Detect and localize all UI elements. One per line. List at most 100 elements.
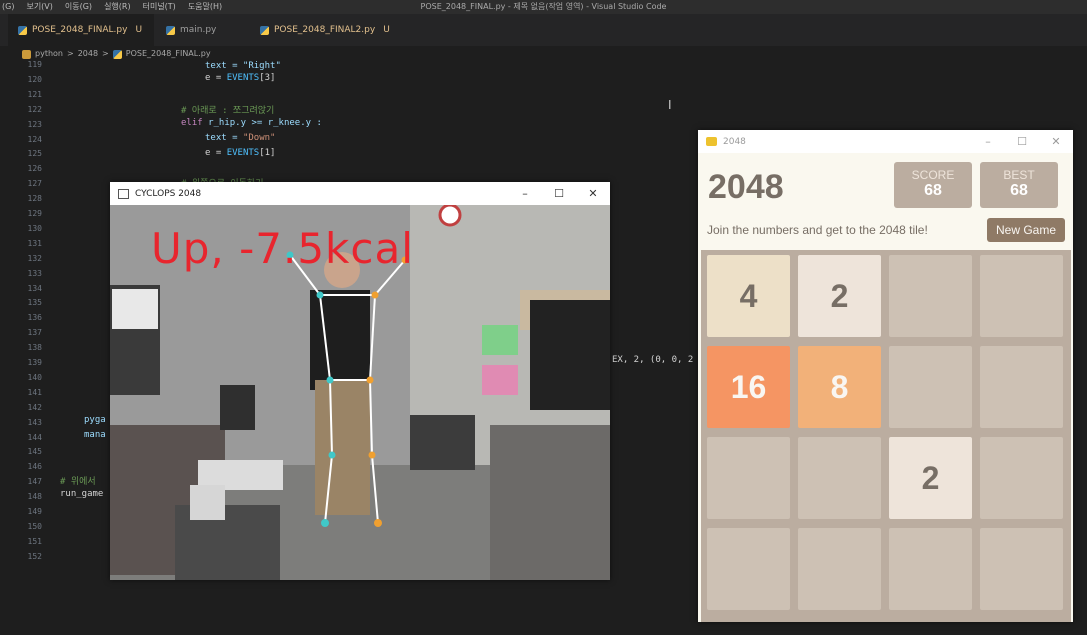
empty-cell [889, 255, 972, 337]
code-line-139[interactable]: EX, 2, (0, 0, 2 [612, 355, 693, 365]
line-number: 134 [27, 283, 42, 293]
python-file-icon [112, 50, 122, 59]
jar [190, 485, 225, 520]
window-controls: – ☐ ✕ [971, 130, 1073, 153]
line-number: 152 [27, 551, 42, 561]
empty-cell [980, 528, 1063, 610]
breadcrumb-item[interactable]: POSE_2048_FINAL.py [126, 46, 211, 62]
maximize-icon[interactable]: ☐ [1005, 130, 1039, 153]
line-number: 136 [27, 313, 42, 323]
code-token: "Down" [242, 133, 276, 143]
empty-cell [798, 528, 881, 610]
best-value: 68 [1010, 182, 1028, 199]
code-token: run_game [60, 489, 104, 499]
code-line-144[interactable]: mana [84, 430, 106, 440]
line-number: 124 [27, 134, 42, 144]
line-number: 135 [27, 298, 42, 308]
editor-tab-bar: POSE_2048_FINAL.py U main.py POSE_2048_F… [0, 14, 1087, 46]
pose-caption: Up, -7.5kcal [151, 224, 414, 273]
speaker [410, 415, 475, 470]
tab-main[interactable]: main.py [156, 14, 246, 46]
line-number: 137 [27, 328, 42, 338]
code-line-143[interactable]: pyga [84, 415, 106, 425]
code-line-147[interactable]: # 위에서 [60, 474, 96, 487]
app-icon [706, 137, 717, 146]
code-token: [1] [259, 148, 276, 158]
code-line-120[interactable]: e = EVENTS[3] [205, 73, 275, 83]
folder-icon [22, 50, 31, 59]
best-label: BEST [1003, 168, 1035, 182]
tile: 2 [889, 437, 972, 519]
line-number: 151 [27, 536, 42, 546]
breadcrumb-item[interactable]: 2048 [78, 46, 98, 62]
maximize-icon[interactable]: ☐ [542, 182, 576, 205]
game-board[interactable]: 4 2 16 8 2 [701, 250, 1071, 622]
line-number: 123 [27, 119, 42, 129]
close-icon[interactable]: ✕ [576, 182, 610, 205]
tab-pose-2048-final2[interactable]: POSE_2048_FINAL2.py U [250, 14, 400, 46]
game-window-title: 2048 [723, 136, 746, 147]
game-heading: 2048 [708, 168, 784, 206]
minimize-icon[interactable]: – [508, 182, 542, 205]
python-file-icon [260, 25, 269, 35]
camera-window-title: CYCLOPS 2048 [135, 188, 202, 199]
line-number: 140 [27, 372, 42, 382]
game-window[interactable]: 2048 – ☐ ✕ 2048 SCORE 68 BEST 68 Join th… [698, 130, 1073, 622]
code-token: elif [181, 118, 209, 128]
empty-cell [889, 346, 972, 428]
code-line-125[interactable]: e = EVENTS[1] [205, 148, 275, 158]
line-number: 139 [27, 358, 42, 367]
line-number: 121 [27, 89, 42, 99]
breadcrumb-separator: > [102, 49, 109, 58]
line-number: 150 [27, 521, 42, 531]
code-line-124[interactable]: text = "Down" [205, 133, 275, 143]
code-line-119[interactable]: text = "Right" [205, 61, 281, 71]
best-box: BEST 68 [980, 162, 1058, 208]
code-token: EVENTS [226, 73, 260, 83]
line-number: 128 [27, 194, 42, 204]
code-token: [3] [259, 73, 276, 83]
line-number: 144 [27, 432, 42, 442]
game-intro: Join the numbers and get to the 2048 til… [707, 223, 928, 237]
code-line-148[interactable]: run_game [60, 489, 103, 499]
empty-cell [980, 346, 1063, 428]
legs [315, 380, 370, 515]
minimize-icon[interactable]: – [971, 130, 1005, 153]
empty-cell [707, 528, 790, 610]
monitor [530, 300, 610, 410]
desk-right [490, 425, 610, 580]
close-icon[interactable]: ✕ [1039, 130, 1073, 153]
tab-pose-2048-final[interactable]: POSE_2048_FINAL.py U [8, 14, 154, 46]
code-line-123[interactable]: elif r_hip.y >= r_knee.y : [181, 118, 322, 128]
app-icon [118, 188, 129, 199]
line-number: 133 [27, 268, 42, 278]
code-line-122[interactable]: # 아래로 : 쪼그려앉기 [181, 103, 274, 116]
line-number: 142 [27, 402, 42, 412]
score-box: SCORE 68 [894, 162, 972, 208]
tile: 8 [798, 346, 881, 428]
line-number: 130 [27, 223, 42, 233]
line-number: 132 [27, 253, 42, 263]
clock [438, 205, 462, 227]
code-token: text = [205, 133, 243, 143]
empty-cell [798, 437, 881, 519]
camera-window[interactable]: CYCLOPS 2048 – ☐ ✕ Up, -7.5kcal [110, 182, 610, 580]
line-number: 131 [27, 238, 42, 248]
torso [310, 290, 370, 390]
python-file-icon [166, 25, 175, 35]
menu-bar: (G) 보기(V) 이동(G) 실행(R) 터미널(T) 도움말(H) POSE… [0, 0, 1087, 14]
window-controls: – ☐ ✕ [508, 182, 610, 205]
window-title: POSE_2048_FINAL.py - 제목 없음(작업 영역) - Visu… [420, 2, 667, 11]
line-number: 126 [27, 164, 42, 174]
line-number: 129 [27, 209, 42, 218]
line-number: 120 [27, 74, 42, 84]
game-window-titlebar[interactable]: 2048 – ☐ ✕ [698, 130, 1073, 153]
line-number: 145 [27, 447, 42, 457]
camera-window-titlebar[interactable]: CYCLOPS 2048 – ☐ ✕ [110, 182, 610, 205]
new-game-button[interactable]: New Game [987, 218, 1065, 242]
line-number-gutter: 119 120 121 122 123 124 125 126 127 128 129 130 131 1… [0, 60, 58, 635]
tab-status: U [135, 25, 143, 35]
empty-cell [980, 255, 1063, 337]
code-token: EX, 2, (0, 0, 2 [612, 355, 694, 365]
code-token: EVENTS [226, 148, 260, 158]
